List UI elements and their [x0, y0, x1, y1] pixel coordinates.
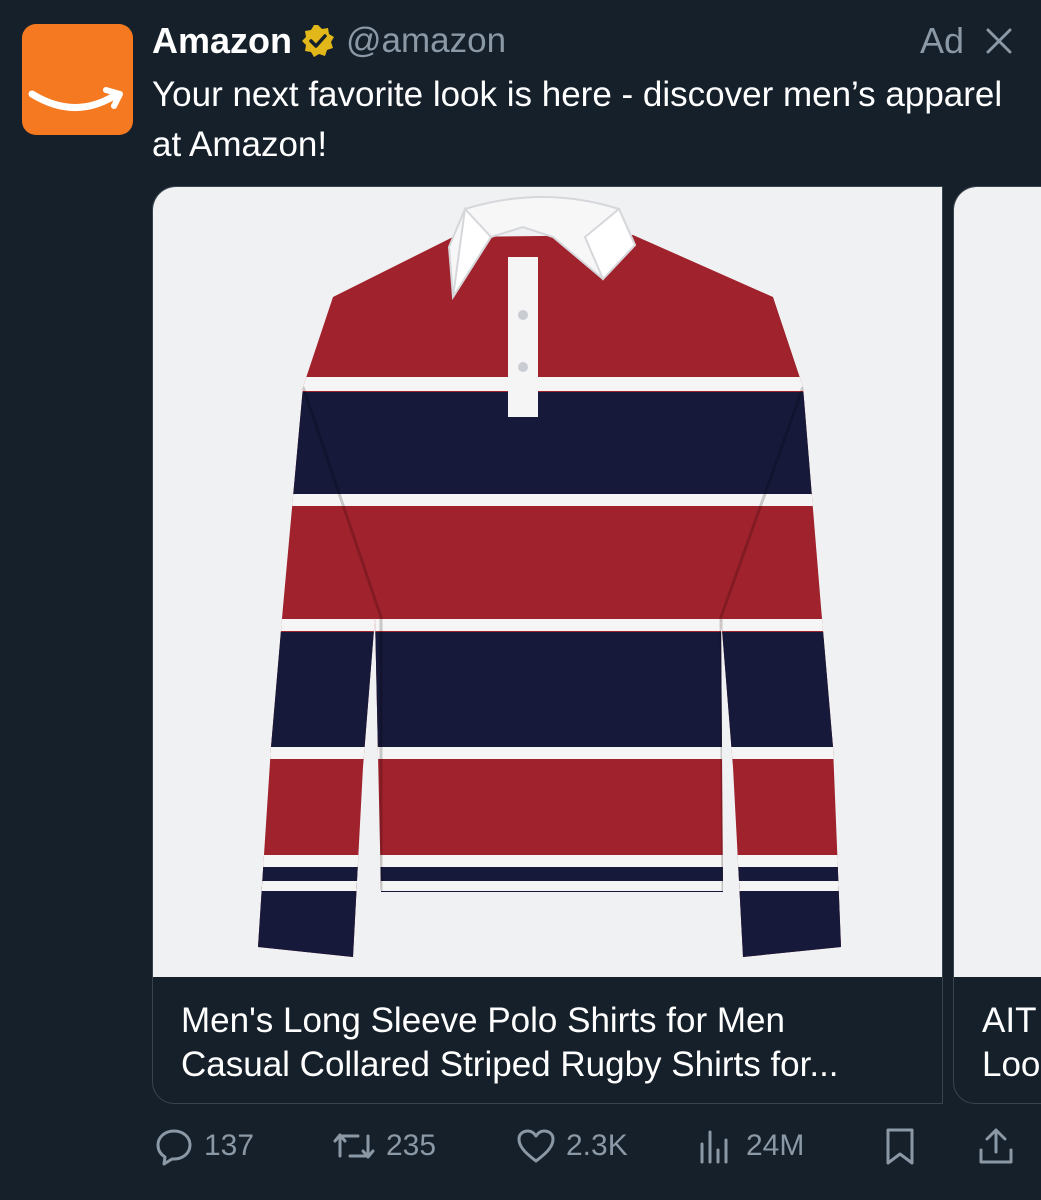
views-count: 24M	[746, 1129, 805, 1162]
amazon-smile-logo-icon	[28, 87, 123, 111]
views-icon	[700, 1130, 728, 1164]
next-product-image[interactable]	[954, 187, 1041, 977]
verified-badge-icon	[302, 25, 335, 57]
avatar[interactable]	[22, 24, 133, 135]
share-button[interactable]	[976, 1124, 1016, 1168]
repost-count: 235	[386, 1129, 437, 1162]
next-product-title-line-1: AIT	[982, 1001, 1037, 1040]
heart-icon	[517, 1129, 555, 1163]
repost-button[interactable]: 235	[332, 1124, 436, 1168]
user-handle[interactable]: @amazon	[346, 21, 506, 61]
like-button[interactable]: 2.3K	[516, 1124, 628, 1168]
display-name[interactable]: Amazon	[152, 20, 292, 62]
like-count: 2.3K	[566, 1129, 628, 1162]
product-image[interactable]	[153, 187, 942, 977]
views-button[interactable]: 24M	[696, 1124, 804, 1168]
post-text: Your next favorite look is here - discov…	[152, 75, 1003, 164]
repost-icon	[333, 1133, 375, 1159]
bookmark-button[interactable]	[880, 1124, 920, 1168]
product-title-line-1: Men's Long Sleeve Polo Shirts for Men	[181, 1001, 785, 1040]
action-bar: 137 235 2.3K 24M	[0, 1124, 1041, 1168]
reply-button[interactable]: 137	[154, 1124, 254, 1168]
next-product-title[interactable]: AIT Loo	[982, 999, 1041, 1087]
close-icon[interactable]	[986, 28, 1012, 54]
next-product-title-line-2: Loo	[982, 1045, 1041, 1084]
ad-label: Ad	[920, 20, 965, 61]
post-header: Amazon @amazon	[152, 18, 506, 64]
striped-rugby-shirt-image	[258, 196, 841, 957]
bookmark-icon	[886, 1128, 914, 1165]
share-icon	[979, 1128, 1013, 1164]
reply-count: 137	[204, 1129, 255, 1162]
reply-icon	[156, 1129, 192, 1166]
product-title[interactable]: Men's Long Sleeve Polo Shirts for Men Ca…	[181, 999, 921, 1087]
product-card[interactable]: Men's Long Sleeve Polo Shirts for Men Ca…	[152, 186, 943, 1104]
next-product-card[interactable]: AIT Loo	[953, 186, 1041, 1104]
product-title-line-2: Casual Collared Striped Rugby Shirts for…	[181, 1045, 839, 1084]
